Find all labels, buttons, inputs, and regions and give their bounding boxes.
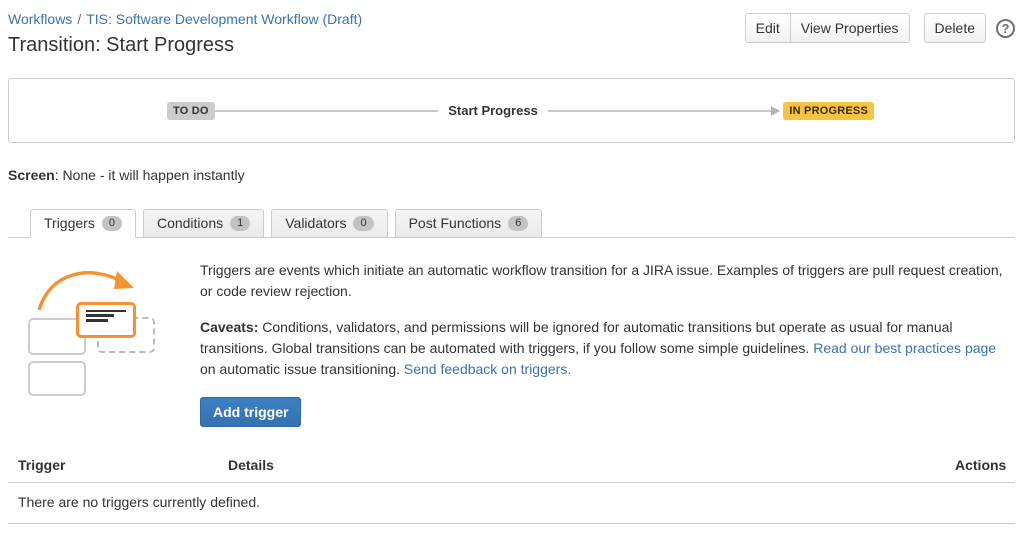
tab-conditions-count-badge: 1 (230, 216, 250, 231)
transition-diagram: TO DO Start Progress IN PROGRESS (8, 78, 1015, 143)
triggers-caveats-paragraph: Caveats: Conditions, validators, and per… (200, 317, 1015, 380)
view-properties-button[interactable]: View Properties (790, 13, 910, 43)
transition-tabs: Triggers 0 Conditions 1 Validators 0 Pos… (8, 209, 1015, 238)
best-practices-link[interactable]: Read our best practices page (813, 340, 996, 356)
breadcrumb-workflow-link[interactable]: TIS: Software Development Workflow (Draf… (86, 11, 362, 27)
triggers-intro-paragraph: Triggers are events which initiate an au… (200, 260, 1015, 302)
triggers-table-header: Trigger Details Actions (8, 453, 1015, 483)
tab-validators[interactable]: Validators 0 (271, 209, 387, 238)
tab-validators-count-badge: 0 (353, 216, 373, 231)
breadcrumb: Workflows / TIS: Software Development Work… (8, 10, 362, 28)
tab-triggers-count-badge: 0 (102, 216, 122, 231)
breadcrumb-separator: / (77, 11, 81, 27)
triggers-panel: Triggers are events which initiate an au… (8, 238, 1015, 427)
toolbar: Edit View Properties Delete ? (745, 13, 1015, 43)
tab-triggers-label: Triggers (44, 215, 95, 231)
tab-conditions-label: Conditions (157, 215, 223, 231)
column-header-actions: Actions (945, 453, 1015, 482)
screen-label: Screen (8, 167, 55, 183)
empty-triggers-message: There are no triggers currently defined. (8, 483, 1015, 524)
help-icon[interactable]: ? (996, 19, 1015, 38)
tab-validators-label: Validators (285, 215, 346, 231)
caveats-text-2: on automatic issue transitioning. (200, 361, 404, 377)
tab-post-functions-count-badge: 6 (508, 216, 528, 231)
edit-button-group: Edit View Properties (745, 13, 910, 43)
feedback-link[interactable]: Send feedback on triggers. (404, 361, 571, 377)
tab-post-functions-label: Post Functions (409, 215, 502, 231)
transition-arrow-icon (771, 106, 780, 116)
transition-page: Workflows / TIS: Software Development Work… (0, 0, 1023, 524)
tab-conditions[interactable]: Conditions 1 (143, 209, 264, 238)
transition-name-label: Start Progress (438, 103, 548, 118)
breadcrumb-workflows-link[interactable]: Workflows (8, 11, 72, 27)
workflow-trigger-illustration-icon (18, 258, 188, 406)
triggers-table: Trigger Details Actions There are no tri… (8, 453, 1015, 524)
tab-triggers[interactable]: Triggers 0 (30, 209, 136, 238)
triggers-description: Triggers are events which initiate an au… (188, 258, 1015, 427)
screen-value: : None - it will happen instantly (55, 167, 245, 183)
screen-info: Screen: None - it will happen instantly (8, 167, 1015, 183)
caveats-label: Caveats: (200, 319, 258, 335)
column-header-trigger: Trigger (8, 453, 218, 482)
transition-line-right (548, 110, 772, 112)
header-left: Workflows / TIS: Software Development Work… (8, 10, 362, 57)
delete-button[interactable]: Delete (924, 13, 986, 43)
from-status-lozenge: TO DO (167, 102, 215, 120)
to-status-lozenge: IN PROGRESS (783, 102, 874, 120)
page-header: Workflows / TIS: Software Development Work… (8, 10, 1015, 57)
column-header-details: Details (218, 453, 945, 482)
page-title: Transition: Start Progress (8, 34, 362, 57)
add-trigger-button[interactable]: Add trigger (200, 397, 301, 427)
curved-arrow-icon (18, 258, 188, 406)
transition-line-left (215, 110, 439, 112)
tab-post-functions[interactable]: Post Functions 6 (395, 209, 543, 238)
edit-button[interactable]: Edit (745, 13, 791, 43)
